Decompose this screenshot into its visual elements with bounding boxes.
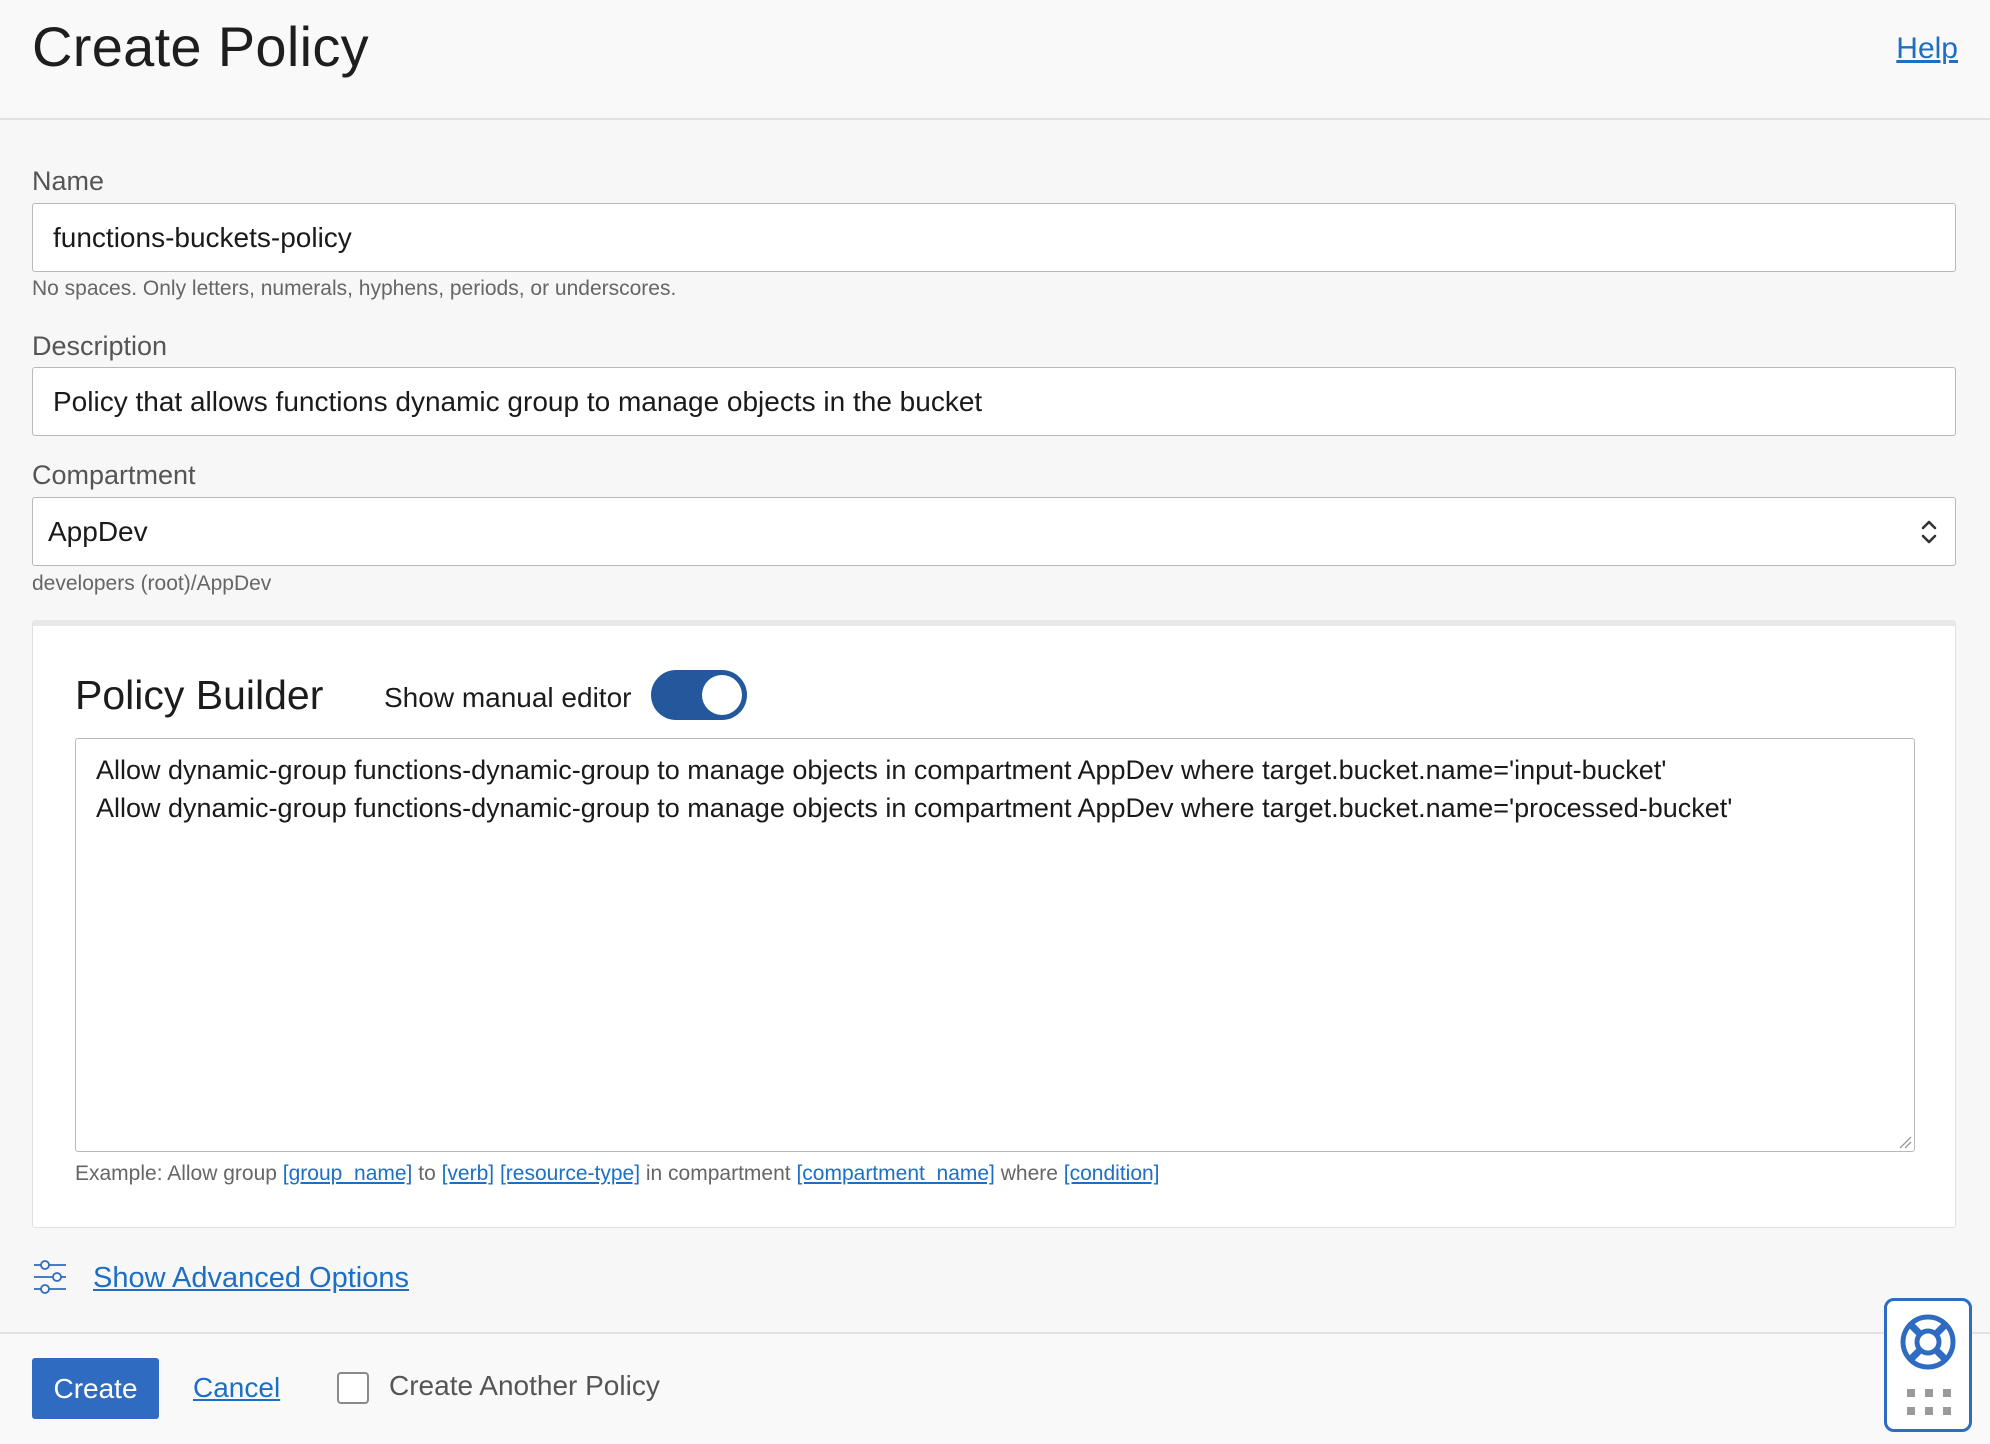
compartment-select[interactable]: AppDev (32, 497, 1956, 566)
description-input[interactable] (32, 367, 1956, 436)
example-compartment-name-link[interactable]: [compartment_name] (796, 1162, 994, 1185)
manual-editor-toggle[interactable] (651, 670, 747, 720)
example-verb-link[interactable]: [verb] (442, 1162, 495, 1185)
help-link[interactable]: Help (1896, 32, 1958, 66)
sliders-icon[interactable] (32, 1258, 68, 1296)
example-condition-link[interactable]: [condition] (1064, 1162, 1160, 1185)
help-widget[interactable] (1884, 1298, 1972, 1432)
example-prefix: Example: Allow group (75, 1162, 277, 1185)
example-resource-type-link[interactable]: [resource-type] (500, 1162, 640, 1185)
create-button[interactable]: Create (32, 1358, 159, 1419)
description-label: Description (32, 331, 168, 361)
show-advanced-options-link[interactable]: Show Advanced Options (93, 1262, 409, 1295)
page-title: Create Policy (32, 15, 369, 78)
create-another-checkbox[interactable] (337, 1372, 369, 1404)
create-another-label[interactable]: Create Another Policy (389, 1370, 660, 1402)
manual-editor-toggle-label: Show manual editor (384, 682, 632, 713)
policy-builder-panel: Policy Builder Show manual editor Allow … (32, 620, 1956, 1228)
policy-syntax-example: Example: Allow group [group_name] to [ve… (75, 1162, 1160, 1186)
name-input[interactable] (32, 203, 1956, 272)
page-header: Create Policy Help (0, 0, 1990, 120)
policy-statement-line: Allow dynamic-group functions-dynamic-gr… (96, 755, 1667, 785)
chevron-up-down-icon (1921, 520, 1937, 544)
policy-builder-title: Policy Builder (75, 672, 324, 718)
example-group-name-link[interactable]: [group_name] (283, 1162, 413, 1185)
grid-dots-icon (1907, 1389, 1951, 1415)
policy-statements-editor[interactable]: Allow dynamic-group functions-dynamic-gr… (75, 738, 1915, 1152)
example-where: where (1000, 1162, 1058, 1185)
policy-statement-line: Allow dynamic-group functions-dynamic-gr… (96, 793, 1733, 823)
example-to: to (418, 1162, 436, 1185)
compartment-select-value: AppDev (48, 516, 148, 547)
name-hint: No spaces. Only letters, numerals, hyphe… (32, 277, 677, 300)
lifebuoy-icon (1900, 1314, 1956, 1370)
footer-bar: Create Cancel Create Another Policy (0, 1332, 1990, 1444)
toggle-knob (702, 675, 742, 715)
example-in-compartment: in compartment (645, 1162, 791, 1185)
name-label: Name (32, 166, 105, 196)
resize-handle-icon[interactable] (1898, 1135, 1912, 1149)
compartment-path: developers (root)/AppDev (32, 572, 272, 595)
compartment-label: Compartment (32, 460, 196, 490)
cancel-link[interactable]: Cancel (193, 1372, 280, 1404)
